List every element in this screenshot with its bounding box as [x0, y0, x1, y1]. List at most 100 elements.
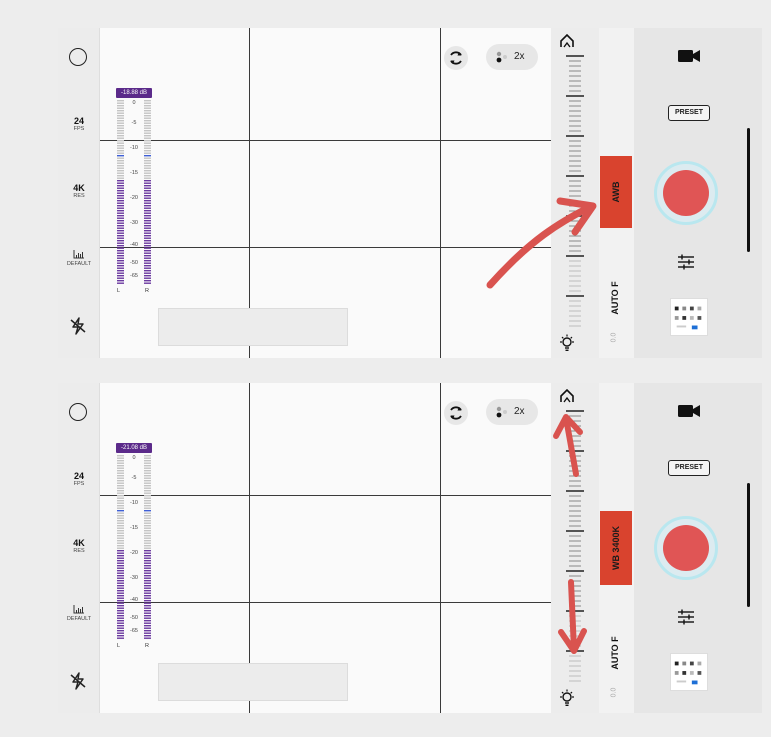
- meter-segments: [144, 100, 151, 284]
- bottom-info-strip: [158, 308, 348, 346]
- white-balance-label: WB 3400K: [611, 525, 621, 571]
- circle-icon[interactable]: [69, 403, 87, 421]
- meter-scale-label: -40: [130, 242, 138, 248]
- resolution-control[interactable]: 4K RES: [58, 538, 100, 555]
- sliders-icon[interactable]: [677, 254, 695, 270]
- camera-panel-wb3400k: 24 FPS 4K RES DEFAULT -21.08 dB 0 -5 -10-: [58, 383, 762, 713]
- focus-ruler[interactable]: [551, 52, 599, 330]
- circle-icon[interactable]: [69, 48, 87, 66]
- resolution-control[interactable]: 4K RES: [58, 183, 100, 200]
- focus-scale-column[interactable]: [551, 383, 599, 713]
- white-balance-label: AWB: [611, 181, 621, 203]
- video-camera-icon[interactable]: [677, 48, 701, 64]
- record-button[interactable]: [654, 516, 718, 580]
- panel-handle[interactable]: [747, 483, 750, 607]
- wb-focus-column: AWB AUTO F 0.0: [599, 28, 634, 358]
- focus-value: 0.0: [610, 332, 618, 343]
- meter-scale: 0 -5 -10 -15 -20 -30 -40 -50 -65: [126, 455, 142, 640]
- meter-scale-label: -40: [130, 597, 138, 603]
- zoom-lens-button[interactable]: 2x: [486, 399, 538, 425]
- flip-camera-button[interactable]: [444, 401, 468, 425]
- auto-focus-label: AUTO F: [610, 281, 620, 315]
- profile-label: DEFAULT: [66, 616, 92, 622]
- home-icon[interactable]: [559, 34, 575, 48]
- meter-bar-right: [144, 100, 151, 285]
- left-control-column: 24 FPS 4K RES DEFAULT: [58, 28, 100, 358]
- audio-meter: -21.08 dB 0 -5 -10 -15 -20 -30 -40 -50 -65 L R: [116, 443, 152, 653]
- meter-scale-label: -20: [130, 550, 138, 556]
- record-button-core: [663, 170, 709, 216]
- left-control-column: 24 FPS 4K RES DEFAULT: [58, 383, 100, 713]
- meter-scale-label: -50: [130, 615, 138, 621]
- meter-segments: [144, 455, 151, 639]
- bulb-icon[interactable]: [559, 689, 575, 707]
- meter-scale-label: 0: [132, 455, 136, 461]
- grid-line: [100, 602, 551, 603]
- channel-left-label: L: [117, 643, 121, 649]
- zoom-lens-button[interactable]: 2x: [486, 44, 538, 70]
- last-capture-thumbnail[interactable]: [670, 298, 708, 336]
- flip-camera-button[interactable]: [444, 46, 468, 70]
- panel-handle[interactable]: [747, 128, 750, 252]
- meter-bar-right: [144, 455, 151, 640]
- preset-button[interactable]: PRESET: [668, 105, 710, 121]
- auto-focus-label-box[interactable]: AUTO F: [603, 268, 627, 328]
- white-balance-button[interactable]: AWB: [600, 156, 632, 228]
- meter-scale-label: -5: [131, 120, 137, 126]
- zoom-label: 2x: [514, 406, 525, 417]
- sliders-icon[interactable]: [677, 609, 695, 625]
- last-capture-thumbnail[interactable]: [670, 653, 708, 691]
- profile-control[interactable]: DEFAULT: [58, 261, 100, 268]
- histogram-icon: [73, 250, 84, 259]
- grid-line: [100, 247, 551, 248]
- meter-scale-label: -30: [130, 220, 138, 226]
- bottom-info-strip: [158, 663, 348, 701]
- fps-control[interactable]: 24 FPS: [58, 471, 100, 488]
- auto-focus-label-box[interactable]: AUTO F: [603, 623, 627, 683]
- focus-scale-column[interactable]: [551, 28, 599, 358]
- video-camera-icon[interactable]: [677, 403, 701, 419]
- profile-control[interactable]: DEFAULT: [58, 616, 100, 623]
- wb-focus-column: WB 3400K AUTO F 0.0: [599, 383, 634, 713]
- db-reading: -18.88 dB: [116, 88, 152, 98]
- meter-scale-label: -65: [130, 628, 138, 634]
- lens-dots-icon: [496, 406, 507, 418]
- meter-scale-label: -65: [130, 273, 138, 279]
- auto-focus-label: AUTO F: [610, 636, 620, 670]
- white-balance-button[interactable]: WB 3400K: [600, 511, 632, 585]
- meter-scale-label: -5: [131, 475, 137, 481]
- profile-label: DEFAULT: [66, 261, 92, 267]
- focus-ruler[interactable]: [551, 407, 599, 685]
- flash-off-icon[interactable]: [69, 317, 87, 335]
- camera-viewport[interactable]: -18.88 dB 0 -5 -10 -15 -20 -30 -40 -50 -65 L R 2…: [100, 28, 551, 358]
- flip-camera-icon: [450, 406, 462, 420]
- bulb-icon[interactable]: [559, 334, 575, 352]
- record-button[interactable]: [654, 161, 718, 225]
- home-icon[interactable]: [559, 389, 575, 403]
- preset-button[interactable]: PRESET: [668, 460, 710, 476]
- meter-scale-label: -15: [130, 525, 138, 531]
- grid-line: [100, 140, 551, 141]
- channel-right-label: R: [145, 288, 149, 294]
- meter-scale-label: -10: [130, 145, 138, 151]
- meter-bar-left: [117, 100, 124, 285]
- res-label: RES: [73, 548, 85, 554]
- meter-scale-label: 0: [132, 100, 136, 106]
- flash-off-icon[interactable]: [69, 672, 87, 690]
- histogram-icon: [73, 605, 84, 614]
- lens-dots-icon: [496, 51, 507, 63]
- channel-right-label: R: [145, 643, 149, 649]
- res-label: RES: [73, 193, 85, 199]
- record-button-core: [663, 525, 709, 571]
- db-reading: -21.08 dB: [116, 443, 152, 453]
- fps-value: 24: [73, 116, 84, 126]
- camera-viewport[interactable]: -21.08 dB 0 -5 -10 -15 -20 -30 -40 -50 -65 L R 2…: [100, 383, 551, 713]
- fps-value: 24: [73, 471, 84, 481]
- meter-scale: 0 -5 -10 -15 -20 -30 -40 -50 -65: [126, 100, 142, 285]
- meter-scale-label: -20: [130, 195, 138, 201]
- fps-control[interactable]: 24 FPS: [58, 116, 100, 133]
- meter-bar-left: [117, 455, 124, 640]
- right-control-panel: PRESET: [634, 383, 762, 713]
- audio-meter: -18.88 dB 0 -5 -10 -15 -20 -30 -40 -50 -65 L R: [116, 88, 152, 298]
- channel-left-label: L: [117, 288, 121, 294]
